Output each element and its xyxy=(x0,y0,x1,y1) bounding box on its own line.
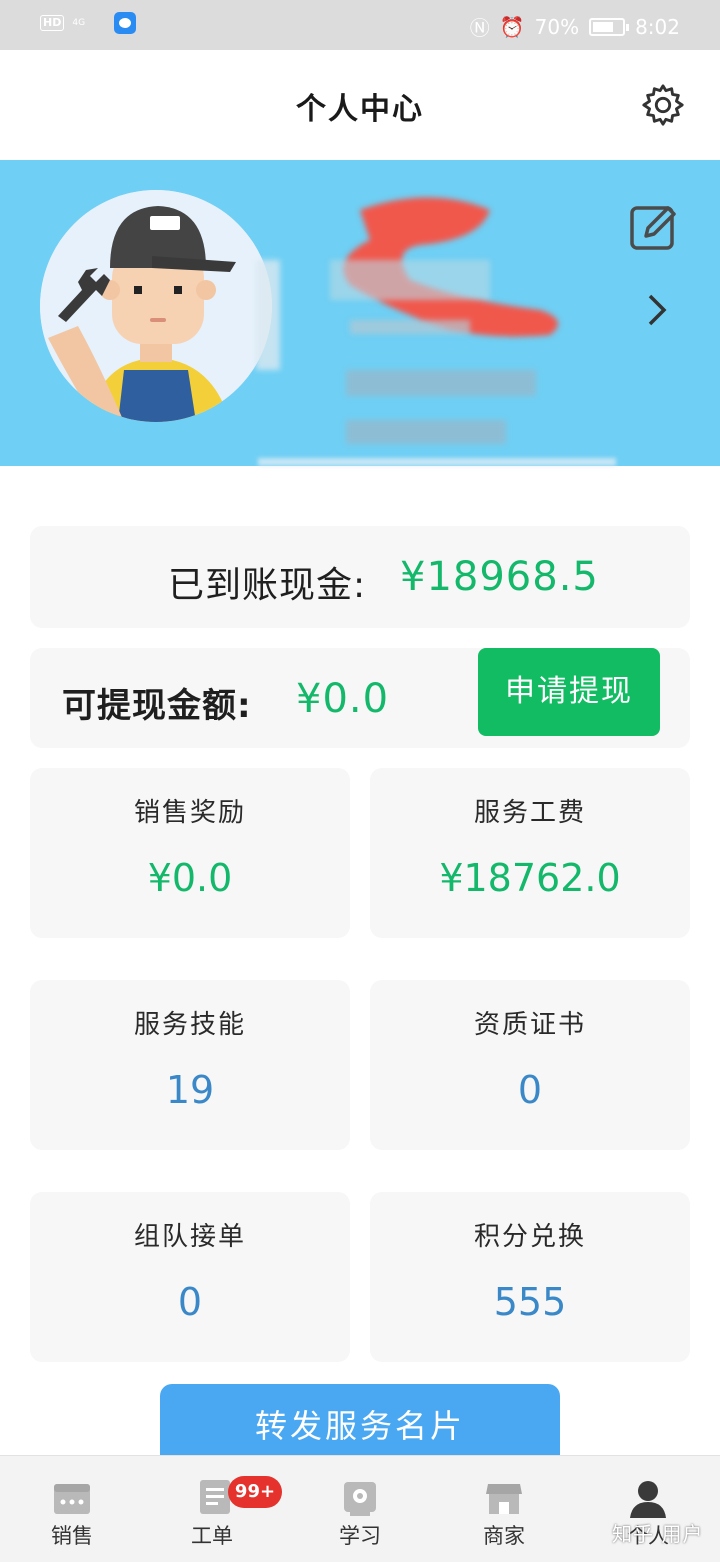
status-bar: HD 4G Ⓝ ⏰ 70% 8:02 xyxy=(0,0,720,50)
technician-avatar-icon xyxy=(40,190,272,422)
gear-icon[interactable] xyxy=(640,82,686,128)
sales-icon xyxy=(54,1484,90,1514)
nav-label: 商家 xyxy=(483,1524,525,1548)
tile-value: ¥0.0 xyxy=(147,856,233,900)
tile-service-fee[interactable]: 服务工费 ¥18762.0 xyxy=(370,768,690,938)
tile-label: 服务工费 xyxy=(473,798,586,828)
work-order-badge: 99+ xyxy=(228,1476,282,1508)
redacted-info-line xyxy=(346,420,506,444)
redacted-side-strip xyxy=(256,260,280,370)
banner-divider xyxy=(258,458,616,466)
tile-value: 555 xyxy=(493,1280,567,1324)
redacted-info-line xyxy=(346,370,536,396)
user-icon xyxy=(630,1481,666,1518)
tile-label: 积分兑换 xyxy=(473,1222,586,1252)
withdrawable-label: 可提现金额: xyxy=(62,686,252,726)
chevron-right-icon[interactable] xyxy=(640,290,674,330)
avatar[interactable] xyxy=(40,190,272,422)
tile-value: ¥18762.0 xyxy=(439,856,621,900)
battery-percent: 70% xyxy=(534,14,580,39)
watermark: 知乎 用户 xyxy=(612,1522,704,1546)
withdrawable-value: ¥0.0 xyxy=(296,676,390,722)
tile-points-exchange[interactable]: 积分兑换 555 xyxy=(370,1192,690,1362)
tile-team-orders[interactable]: 组队接单 0 xyxy=(30,1192,350,1362)
redacted-name xyxy=(330,190,580,360)
signal-icon: 4G xyxy=(72,18,86,28)
tile-label: 销售奖励 xyxy=(133,798,246,828)
received-cash-card: 已到账现金: ¥18968.5 xyxy=(30,526,690,628)
nav-item-store[interactable]: 商家 xyxy=(432,1456,576,1562)
nav-item-study[interactable]: 学习 xyxy=(288,1456,432,1562)
tile-value: 19 xyxy=(165,1068,215,1112)
alarm-icon: ⏰ xyxy=(499,14,525,39)
received-cash-label: 已到账现金: xyxy=(168,565,367,606)
nfc-icon: Ⓝ xyxy=(469,16,490,40)
tile-label: 服务技能 xyxy=(133,1010,246,1040)
nav-label: 工单 xyxy=(191,1524,233,1548)
store-icon xyxy=(486,1484,522,1514)
tile-certificates[interactable]: 资质证书 0 xyxy=(370,980,690,1150)
clock: 8:02 xyxy=(635,14,680,39)
nav-item-work-orders[interactable]: 工单 xyxy=(144,1456,288,1562)
battery-icon xyxy=(589,17,630,36)
app-notification-icon xyxy=(114,12,137,34)
profile-banner[interactable] xyxy=(0,160,720,466)
page-header: 个人中心 xyxy=(0,50,720,160)
nav-item-sales[interactable]: 销售 xyxy=(0,1456,144,1562)
tile-label: 组队接单 xyxy=(133,1222,246,1252)
status-right: Ⓝ ⏰ 70% 8:02 xyxy=(470,12,680,41)
withdraw-button[interactable]: 申请提现 xyxy=(478,648,660,736)
tile-sales-reward[interactable]: 销售奖励 ¥0.0 xyxy=(30,768,350,938)
tile-value: 0 xyxy=(517,1068,543,1112)
received-cash-value: ¥18968.5 xyxy=(400,554,599,600)
tile-label: 资质证书 xyxy=(473,1010,586,1040)
page-title: 个人中心 xyxy=(296,92,424,127)
status-left: HD 4G xyxy=(40,12,137,34)
nav-label: 学习 xyxy=(339,1524,381,1548)
nav-label: 销售 xyxy=(51,1524,93,1548)
tile-service-skills[interactable]: 服务技能 19 xyxy=(30,980,350,1150)
edit-icon[interactable] xyxy=(628,200,680,252)
tile-value: 0 xyxy=(177,1280,203,1324)
study-icon xyxy=(344,1482,376,1516)
hd-indicator: HD xyxy=(40,15,65,31)
